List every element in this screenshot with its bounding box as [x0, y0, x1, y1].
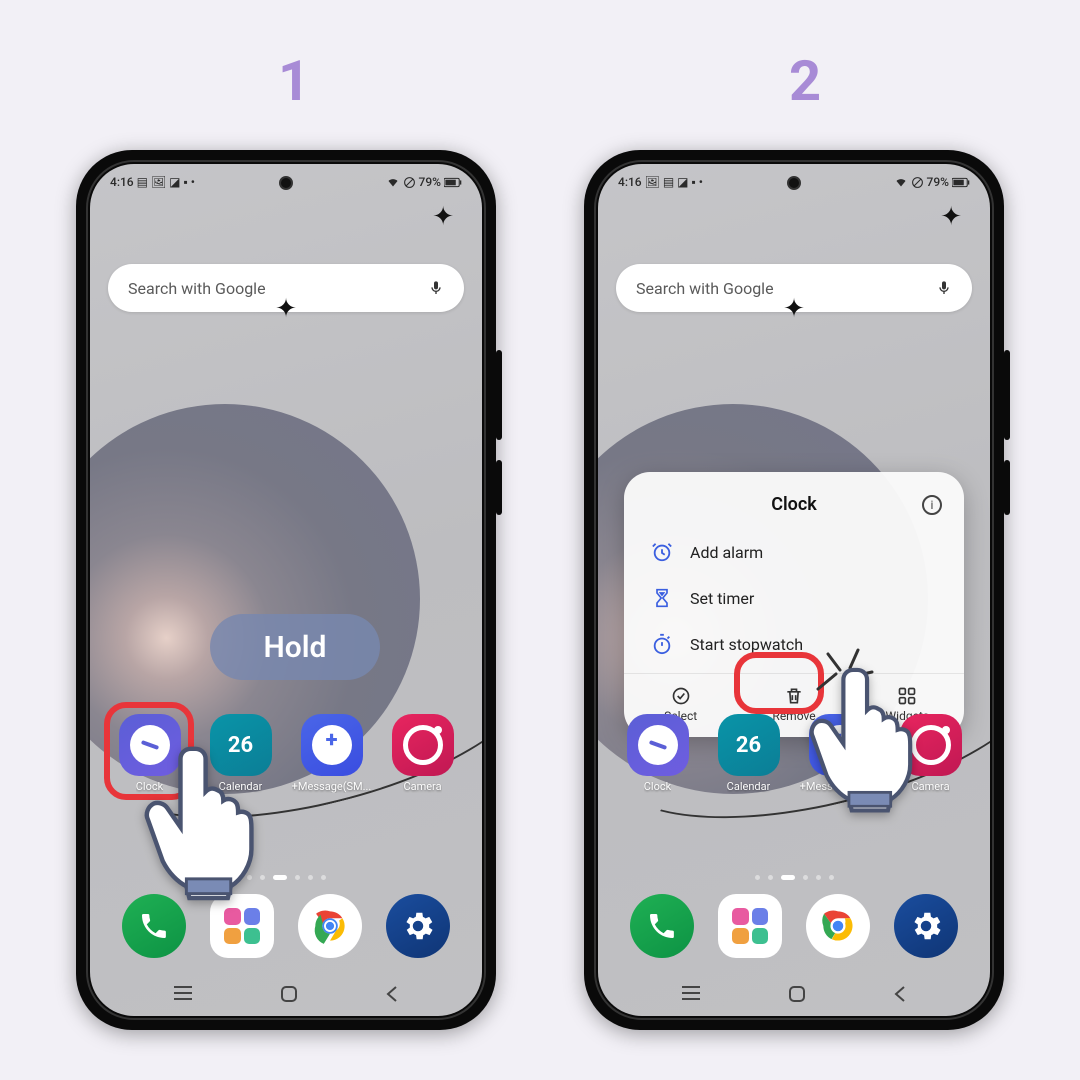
- nav-home[interactable]: [279, 984, 299, 1004]
- info-icon[interactable]: i: [922, 495, 942, 515]
- hold-instruction-overlay: Hold: [210, 614, 380, 680]
- app-label: Clock: [644, 780, 671, 793]
- phone-frame-step2: 4:16 🖼 ▤ ◪ ▪ • 79% ✦ Search with Google …: [584, 150, 1004, 1030]
- search-placeholder: Search with Google: [636, 279, 774, 298]
- mic-icon[interactable]: [428, 277, 444, 299]
- status-icons-left: 🖼 ▤ ◪ ▪ •: [645, 175, 703, 189]
- nav-recents[interactable]: [172, 984, 194, 1004]
- no-sim-icon: [911, 176, 924, 189]
- camera-icon: [392, 714, 454, 776]
- nav-back[interactable]: [892, 984, 908, 1004]
- status-time: 4:16: [618, 175, 642, 189]
- dock-settings[interactable]: [894, 894, 958, 958]
- search-placeholder: Search with Google: [128, 279, 266, 298]
- volume-button: [1004, 350, 1010, 440]
- dock-settings[interactable]: [386, 894, 450, 958]
- step-number-2: 2: [789, 48, 821, 114]
- front-camera: [279, 176, 293, 190]
- sparkle-icon: ✦: [783, 294, 805, 324]
- clock-icon: [627, 714, 689, 776]
- nav-bar: [598, 984, 990, 1004]
- sparkle-icon: ✦: [275, 294, 297, 324]
- nav-home[interactable]: [787, 984, 807, 1004]
- dock-chrome[interactable]: [298, 894, 362, 958]
- app-label: Camera: [403, 780, 441, 793]
- phone-frame-step1: 4:16 ▤ 🖼 ◪ ▪ • 79% ✦ Search with Google: [76, 150, 496, 1030]
- app-calendar[interactable]: 26 Calendar: [708, 714, 790, 793]
- power-button: [1004, 460, 1010, 515]
- app-message[interactable]: + +Message(SM...: [291, 714, 373, 793]
- dock-chrome[interactable]: [806, 894, 870, 958]
- nav-recents[interactable]: [680, 984, 702, 1004]
- status-time: 4:16: [110, 175, 134, 189]
- popup-title: Clock: [771, 494, 817, 515]
- page-indicator: [598, 875, 990, 880]
- dock: [598, 894, 990, 958]
- dock-apps[interactable]: [718, 894, 782, 958]
- step-number-1: 1: [278, 48, 310, 114]
- dock-phone[interactable]: [630, 894, 694, 958]
- hourglass-icon: [650, 586, 674, 610]
- front-camera: [787, 176, 801, 190]
- hold-label: Hold: [264, 630, 327, 665]
- battery-icon: [952, 177, 970, 188]
- mic-icon[interactable]: [936, 277, 952, 299]
- app-label: Calendar: [727, 780, 771, 793]
- app-camera[interactable]: Camera: [382, 714, 464, 793]
- sparkle-icon: ✦: [940, 202, 962, 232]
- volume-button: [496, 350, 502, 440]
- popup-row-label: Set timer: [690, 589, 754, 608]
- check-circle-icon: [671, 686, 691, 706]
- nav-bar: [90, 984, 482, 1004]
- alarm-icon: [650, 540, 674, 564]
- hand-pointer-icon: [138, 734, 288, 904]
- hand-pointer-icon: [804, 656, 944, 816]
- app-label: +Message(SM...: [292, 780, 372, 793]
- battery-percent: 79%: [927, 175, 949, 189]
- wifi-icon: [386, 176, 400, 188]
- calendar-icon: 26: [718, 714, 780, 776]
- popup-row-add-alarm[interactable]: Add alarm: [624, 529, 964, 575]
- message-icon: +: [301, 714, 363, 776]
- popup-row-set-timer[interactable]: Set timer: [624, 575, 964, 621]
- sparkle-icon: ✦: [432, 202, 454, 232]
- app-clock[interactable]: Clock: [617, 714, 699, 793]
- wifi-icon: [894, 176, 908, 188]
- calendar-day: 26: [736, 733, 761, 758]
- power-button: [496, 460, 502, 515]
- popup-row-label: Start stopwatch: [690, 635, 803, 654]
- no-sim-icon: [403, 176, 416, 189]
- battery-percent: 79%: [419, 175, 441, 189]
- nav-back[interactable]: [384, 984, 400, 1004]
- popup-row-label: Add alarm: [690, 543, 763, 562]
- stopwatch-icon: [650, 632, 674, 656]
- status-icons-left: ▤ 🖼 ◪ ▪ •: [137, 175, 195, 189]
- battery-icon: [444, 177, 462, 188]
